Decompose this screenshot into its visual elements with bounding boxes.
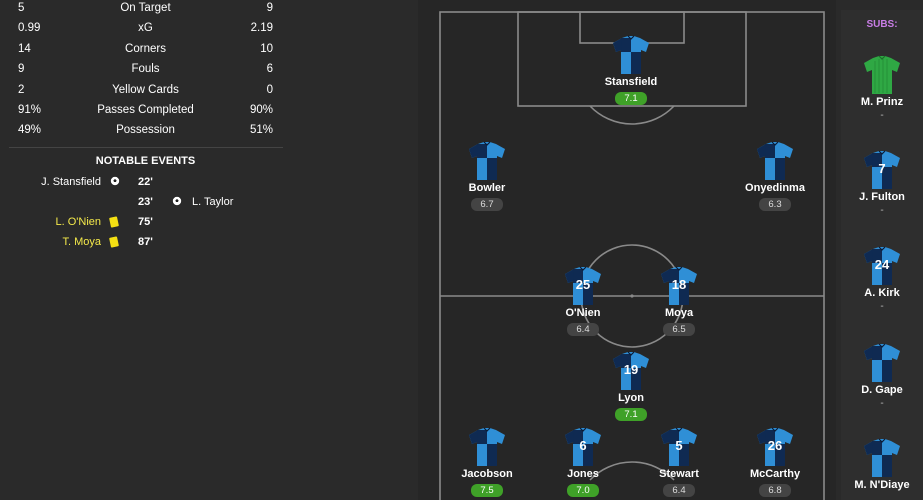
player-mccarthy[interactable]: 26 McCarthy 6.8 <box>715 427 835 498</box>
stat-label: On Target <box>120 2 171 14</box>
stat-row-corners: 14 Corners 10 <box>0 41 291 61</box>
away-stat-value: 9 <box>266 2 273 14</box>
event-minute: 87' <box>138 236 153 248</box>
player-rating: 6.4 <box>663 484 695 497</box>
event-player-name[interactable]: L. O'Nien <box>55 216 101 228</box>
sub-kirk[interactable]: 24 A. Kirk - <box>841 246 923 312</box>
subs-title: SUBS: <box>866 19 898 30</box>
stat-label: Possession <box>116 124 175 136</box>
player-rating: 7.1 <box>615 92 647 105</box>
shirt-number: 7 <box>878 161 886 176</box>
sub-rating: - <box>880 398 884 409</box>
player-rating: 7.1 <box>615 408 647 421</box>
player-rating: 6.5 <box>663 323 695 336</box>
player-rating: 6.8 <box>759 484 791 497</box>
player-moya[interactable]: 18 Moya 6.5 <box>619 266 739 337</box>
notable-events-title: NOTABLE EVENTS <box>95 155 196 167</box>
shirt-number: 26 <box>767 438 783 453</box>
sub-fulton[interactable]: 7 J. Fulton - <box>841 150 923 216</box>
event-player-name[interactable]: T. Moya <box>62 236 101 248</box>
sub-name: D. Gape <box>861 384 903 396</box>
player-name: McCarthy <box>749 468 801 480</box>
sub-name: A. Kirk <box>864 287 900 299</box>
stat-row-on-target: 5 On Target 9 <box>0 0 291 20</box>
player-bowler[interactable]: Bowler 6.7 <box>427 141 547 212</box>
match-stats-panel: 5 On Target 9 0.99 xG 2.19 14 Corners 10… <box>0 0 291 500</box>
shirt-number: 19 <box>623 362 639 377</box>
shirt-number: 24 <box>874 257 890 272</box>
event-row: J. Stansfield 22' <box>0 173 291 193</box>
sub-name: M. Prinz <box>860 96 904 108</box>
shirt-number: 18 <box>671 277 687 292</box>
section-divider <box>9 147 283 148</box>
event-player-name[interactable]: J. Stansfield <box>41 176 101 188</box>
shirt-number: 25 <box>575 277 591 292</box>
away-stat-value: 10 <box>260 43 273 55</box>
shirt-icon <box>611 35 651 75</box>
shirt-icon <box>862 438 902 478</box>
stat-label: xG <box>138 22 153 34</box>
player-name: Moya <box>664 307 694 319</box>
shirt-icon <box>467 427 507 467</box>
stat-row-passes-completed: 91% Passes Completed 90% <box>0 102 291 122</box>
player-rating: 7.5 <box>471 484 503 497</box>
player-rating: 6.3 <box>759 198 791 211</box>
away-stat-value: 0 <box>266 84 273 96</box>
stat-label: Yellow Cards <box>112 84 179 96</box>
goal-icon <box>172 196 182 209</box>
stat-row-possession: 49% Possession 51% <box>0 122 291 142</box>
player-onyedinma[interactable]: Onyedinma 6.3 <box>715 141 835 212</box>
player-name: Stansfield <box>604 76 658 88</box>
event-row: T. Moya 87' <box>0 233 291 253</box>
stat-label: Fouls <box>131 63 160 75</box>
stat-label: Corners <box>125 43 166 55</box>
event-row: L. O'Nien 75' <box>0 213 291 233</box>
away-stat-value: 51% <box>249 124 273 136</box>
away-stat-value: 6 <box>266 63 273 75</box>
event-minute: 75' <box>138 216 153 228</box>
player-name: Lyon <box>618 392 644 404</box>
player-rating: 6.4 <box>567 323 599 336</box>
yellow-card-icon <box>109 216 120 228</box>
player-rating: 6.7 <box>471 198 503 211</box>
sub-gape[interactable]: D. Gape - <box>841 343 923 409</box>
shirt-number: 5 <box>675 438 683 453</box>
subs-panel: SUBS: M. Prinz - 7 J. Fulton - 24 A. Kir… <box>841 10 923 500</box>
stat-row-yellow-cards: 2 Yellow Cards 0 <box>0 82 291 102</box>
event-player-name[interactable]: L. Taylor <box>192 196 233 208</box>
away-stat-value: 90% <box>249 104 273 116</box>
event-minute: 23' <box>138 196 153 208</box>
sub-rating: - <box>880 110 884 121</box>
stat-row-fouls: 9 Fouls 6 <box>0 61 291 81</box>
yellow-card-icon <box>109 236 120 248</box>
keeper-shirt-icon <box>862 55 902 95</box>
player-stansfield[interactable]: Stansfield 7.1 <box>571 35 691 106</box>
event-minute: 22' <box>138 176 153 188</box>
shirt-icon <box>467 141 507 181</box>
event-row: 23' L. Taylor <box>0 193 291 213</box>
away-stat-value: 2.19 <box>250 22 273 34</box>
sub-name: J. Fulton <box>859 191 905 203</box>
goal-icon <box>110 176 120 188</box>
stat-label: Passes Completed <box>97 104 194 116</box>
sub-rating: - <box>880 301 884 312</box>
sub-ndiaye[interactable]: M. N'Diaye <box>841 438 923 491</box>
stat-row-xg: 0.99 xG 2.19 <box>0 20 291 40</box>
pitch: Stansfield 7.1 Bowler 6.7 Onyedinma 6.3 … <box>418 0 836 500</box>
player-name: Bowler <box>468 182 506 194</box>
shirt-number: 6 <box>579 438 587 453</box>
sub-rating: - <box>880 205 884 216</box>
player-lyon[interactable]: 19 Lyon 7.1 <box>571 351 691 422</box>
player-rating: 7.0 <box>567 484 599 497</box>
shirt-icon <box>755 141 795 181</box>
sub-prinz[interactable]: M. Prinz - <box>841 55 923 121</box>
player-name: Onyedinma <box>745 182 805 194</box>
sub-name: M. N'Diaye <box>854 479 910 491</box>
shirt-icon <box>862 343 902 383</box>
